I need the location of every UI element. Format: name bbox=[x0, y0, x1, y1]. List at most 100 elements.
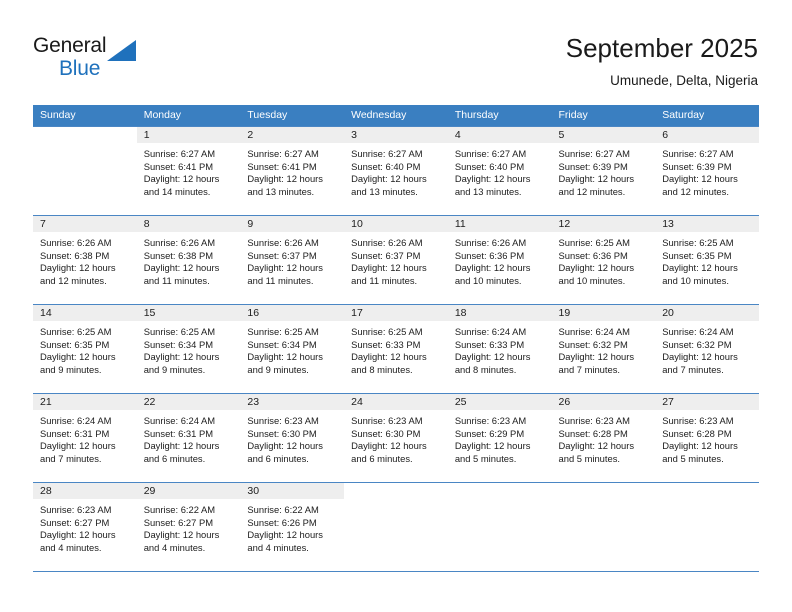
day-number bbox=[344, 483, 448, 499]
weekday-header-tuesday: Tuesday bbox=[240, 105, 345, 127]
calendar-day-cell[interactable]: 11 Sunrise: 6:26 AM Sunset: 6:36 PM Dayligh… bbox=[447, 215, 552, 305]
sunrise-text: Sunrise: 6:25 AM bbox=[558, 237, 630, 248]
calendar-day-cell[interactable]: 22 Sunrise: 6:24 AM Sunset: 6:31 PM Dayligh… bbox=[136, 393, 241, 483]
calendar-day-cell[interactable]: 15 Sunrise: 6:25 AM Sunset: 6:34 PM Dayligh… bbox=[136, 304, 241, 394]
daylight-text-line1: Daylight: 12 hours bbox=[351, 351, 427, 363]
daylight-text-line1: Daylight: 12 hours bbox=[454, 173, 531, 185]
daylight-text-line1: Daylight: 12 hours bbox=[558, 351, 635, 363]
calendar-day-cell[interactable]: 23 Sunrise: 6:23 AM Sunset: 6:30 PM Dayligh… bbox=[240, 393, 345, 483]
daylight-text-line2: and 7 minutes. bbox=[662, 363, 724, 375]
calendar-day-cell[interactable]: 27 Sunrise: 6:23 AM Sunset: 6:28 PM Dayligh… bbox=[655, 393, 759, 483]
sunset-text: Sunset: 6:27 PM bbox=[143, 516, 214, 528]
day-number: 24 bbox=[344, 394, 448, 410]
day-details: Sunrise: 6:27 AM Sunset: 6:39 PM Daylight:… bbox=[655, 143, 759, 198]
daylight-text-line2: and 13 minutes. bbox=[247, 185, 315, 197]
daylight-text-line2: and 13 minutes. bbox=[351, 185, 418, 197]
calendar-day-cell[interactable]: 3 Sunrise: 6:27 AM Sunset: 6:40 PM Daylight… bbox=[344, 126, 448, 216]
sunset-text: Sunset: 6:39 PM bbox=[558, 160, 628, 172]
sunrise-text: Sunrise: 6:25 AM bbox=[351, 326, 423, 337]
sunset-text: Sunset: 6:28 PM bbox=[558, 427, 628, 439]
calendar-day-cell[interactable]: 20 Sunrise: 6:24 AM Sunset: 6:32 PM Dayligh… bbox=[655, 304, 759, 394]
daylight-text-line2: and 12 minutes. bbox=[662, 185, 729, 197]
sunrise-text: Sunrise: 6:27 AM bbox=[662, 148, 734, 159]
calendar-day-cell[interactable]: 2 Sunrise: 6:27 AM Sunset: 6:41 PM Daylight… bbox=[240, 126, 345, 216]
page-title: September 2025 bbox=[565, 33, 758, 63]
daylight-text-line1: Daylight: 12 hours bbox=[247, 351, 323, 363]
day-details: Sunrise: 6:27 AM Sunset: 6:41 PM Daylight:… bbox=[137, 143, 241, 198]
sunrise-text: Sunrise: 6:22 AM bbox=[247, 504, 319, 515]
daylight-text-line1: Daylight: 12 hours bbox=[143, 262, 220, 274]
calendar-day-cell[interactable]: 19 Sunrise: 6:24 AM Sunset: 6:32 PM Dayligh… bbox=[551, 304, 656, 394]
day-number: 17 bbox=[344, 305, 448, 321]
page-header: General Blue September 2025 Umunede, Del… bbox=[0, 0, 792, 100]
sunrise-text: Sunrise: 6:23 AM bbox=[40, 504, 112, 515]
calendar-day-cell[interactable]: 9 Sunrise: 6:26 AM Sunset: 6:37 PM Daylight… bbox=[240, 215, 345, 305]
daylight-text-line2: and 14 minutes. bbox=[143, 185, 211, 197]
calendar-day-cell[interactable]: 10 Sunrise: 6:26 AM Sunset: 6:37 PM Dayligh… bbox=[344, 215, 448, 305]
day-number: 10 bbox=[344, 216, 448, 232]
daylight-text-line2: and 10 minutes. bbox=[558, 274, 626, 286]
calendar-day-cell[interactable]: 4 Sunrise: 6:27 AM Sunset: 6:40 PM Daylight… bbox=[447, 126, 552, 216]
calendar-day-cell[interactable]: 29 Sunrise: 6:22 AM Sunset: 6:27 PM Dayligh… bbox=[136, 482, 241, 572]
sunset-text: Sunset: 6:34 PM bbox=[143, 338, 214, 350]
daylight-text-line1: Daylight: 12 hours bbox=[662, 440, 738, 452]
sunrise-text: Sunrise: 6:26 AM bbox=[454, 237, 527, 248]
calendar-day-cell[interactable]: 13 Sunrise: 6:25 AM Sunset: 6:35 PM Dayligh… bbox=[655, 215, 759, 305]
sunrise-text: Sunrise: 6:24 AM bbox=[662, 326, 734, 337]
calendar-day-cell[interactable]: 6 Sunrise: 6:27 AM Sunset: 6:39 PM Daylight… bbox=[655, 126, 759, 216]
day-number: 30 bbox=[240, 483, 345, 499]
weekday-header-friday: Friday bbox=[551, 105, 656, 127]
calendar-day-cell[interactable]: 16 Sunrise: 6:25 AM Sunset: 6:34 PM Dayligh… bbox=[240, 304, 345, 394]
calendar-day-cell[interactable]: 14 Sunrise: 6:25 AM Sunset: 6:35 PM Dayligh… bbox=[33, 304, 137, 394]
calendar-empty-cell bbox=[655, 482, 759, 572]
sunset-text: Sunset: 6:32 PM bbox=[662, 338, 732, 350]
calendar-day-cell[interactable]: 7 Sunrise: 6:26 AM Sunset: 6:38 PM Daylight… bbox=[33, 215, 137, 305]
sunrise-text: Sunrise: 6:22 AM bbox=[143, 504, 216, 515]
general-blue-logo[interactable]: General Blue bbox=[33, 34, 173, 86]
calendar-day-cell[interactable]: 5 Sunrise: 6:27 AM Sunset: 6:39 PM Daylight… bbox=[551, 126, 656, 216]
calendar-day-cell[interactable]: 30 Sunrise: 6:22 AM Sunset: 6:26 PM Dayligh… bbox=[240, 482, 345, 572]
sunrise-text: Sunrise: 6:25 AM bbox=[247, 326, 319, 337]
daylight-text-line2: and 11 minutes. bbox=[351, 274, 418, 286]
sunset-text: Sunset: 6:33 PM bbox=[454, 338, 525, 350]
weekday-header-wednesday: Wednesday bbox=[344, 105, 448, 127]
day-details: Sunrise: 6:23 AM Sunset: 6:28 PM Daylight:… bbox=[552, 410, 656, 465]
calendar-day-cell[interactable]: 17 Sunrise: 6:25 AM Sunset: 6:33 PM Dayligh… bbox=[344, 304, 448, 394]
day-details: Sunrise: 6:27 AM Sunset: 6:40 PM Daylight:… bbox=[344, 143, 448, 198]
sunrise-text: Sunrise: 6:23 AM bbox=[454, 415, 527, 426]
daylight-text-line2: and 13 minutes. bbox=[454, 185, 522, 197]
sunrise-text: Sunrise: 6:24 AM bbox=[558, 326, 630, 337]
day-number: 7 bbox=[33, 216, 137, 232]
day-number: 20 bbox=[655, 305, 759, 321]
calendar-day-cell[interactable]: 18 Sunrise: 6:24 AM Sunset: 6:33 PM Dayligh… bbox=[447, 304, 552, 394]
sunset-text: Sunset: 6:35 PM bbox=[40, 338, 110, 350]
daylight-text-line1: Daylight: 12 hours bbox=[143, 529, 220, 541]
calendar-day-cell[interactable]: 21 Sunrise: 6:24 AM Sunset: 6:31 PM Dayligh… bbox=[33, 393, 137, 483]
calendar-day-cell[interactable]: 28 Sunrise: 6:23 AM Sunset: 6:27 PM Dayligh… bbox=[33, 482, 137, 572]
daylight-text-line2: and 10 minutes. bbox=[662, 274, 729, 286]
sunrise-text: Sunrise: 6:27 AM bbox=[247, 148, 319, 159]
daylight-text-line1: Daylight: 12 hours bbox=[247, 262, 323, 274]
day-number: 19 bbox=[551, 305, 656, 321]
daylight-text-line2: and 10 minutes. bbox=[454, 274, 522, 286]
calendar-empty-cell bbox=[33, 126, 137, 216]
day-details: Sunrise: 6:25 AM Sunset: 6:33 PM Daylight:… bbox=[344, 321, 448, 376]
sunrise-text: Sunrise: 6:23 AM bbox=[351, 415, 423, 426]
day-details: Sunrise: 6:22 AM Sunset: 6:27 PM Daylight:… bbox=[137, 499, 241, 554]
calendar-day-cell[interactable]: 24 Sunrise: 6:23 AM Sunset: 6:30 PM Dayligh… bbox=[344, 393, 448, 483]
day-details: Sunrise: 6:25 AM Sunset: 6:35 PM Daylight:… bbox=[33, 321, 137, 376]
day-details: Sunrise: 6:24 AM Sunset: 6:32 PM Daylight:… bbox=[655, 321, 759, 376]
day-details: Sunrise: 6:24 AM Sunset: 6:31 PM Daylight:… bbox=[137, 410, 241, 465]
daylight-text-line1: Daylight: 12 hours bbox=[247, 529, 323, 541]
calendar-day-cell[interactable]: 1 Sunrise: 6:27 AM Sunset: 6:41 PM Daylight… bbox=[136, 126, 241, 216]
calendar-day-cell[interactable]: 12 Sunrise: 6:25 AM Sunset: 6:36 PM Dayligh… bbox=[551, 215, 656, 305]
calendar-body: 1 Sunrise: 6:27 AM Sunset: 6:41 PM Daylight… bbox=[33, 126, 759, 572]
daylight-text-line1: Daylight: 12 hours bbox=[351, 173, 427, 185]
daylight-text-line2: and 9 minutes. bbox=[247, 363, 309, 375]
calendar-day-cell[interactable]: 8 Sunrise: 6:26 AM Sunset: 6:38 PM Daylight… bbox=[136, 215, 241, 305]
calendar-day-cell[interactable]: 25 Sunrise: 6:23 AM Sunset: 6:29 PM Dayligh… bbox=[447, 393, 552, 483]
daylight-text-line2: and 9 minutes. bbox=[40, 363, 102, 375]
calendar-day-cell[interactable]: 26 Sunrise: 6:23 AM Sunset: 6:28 PM Dayligh… bbox=[551, 393, 656, 483]
daylight-text-line1: Daylight: 12 hours bbox=[454, 351, 531, 363]
logo-triangle-icon bbox=[107, 40, 136, 61]
